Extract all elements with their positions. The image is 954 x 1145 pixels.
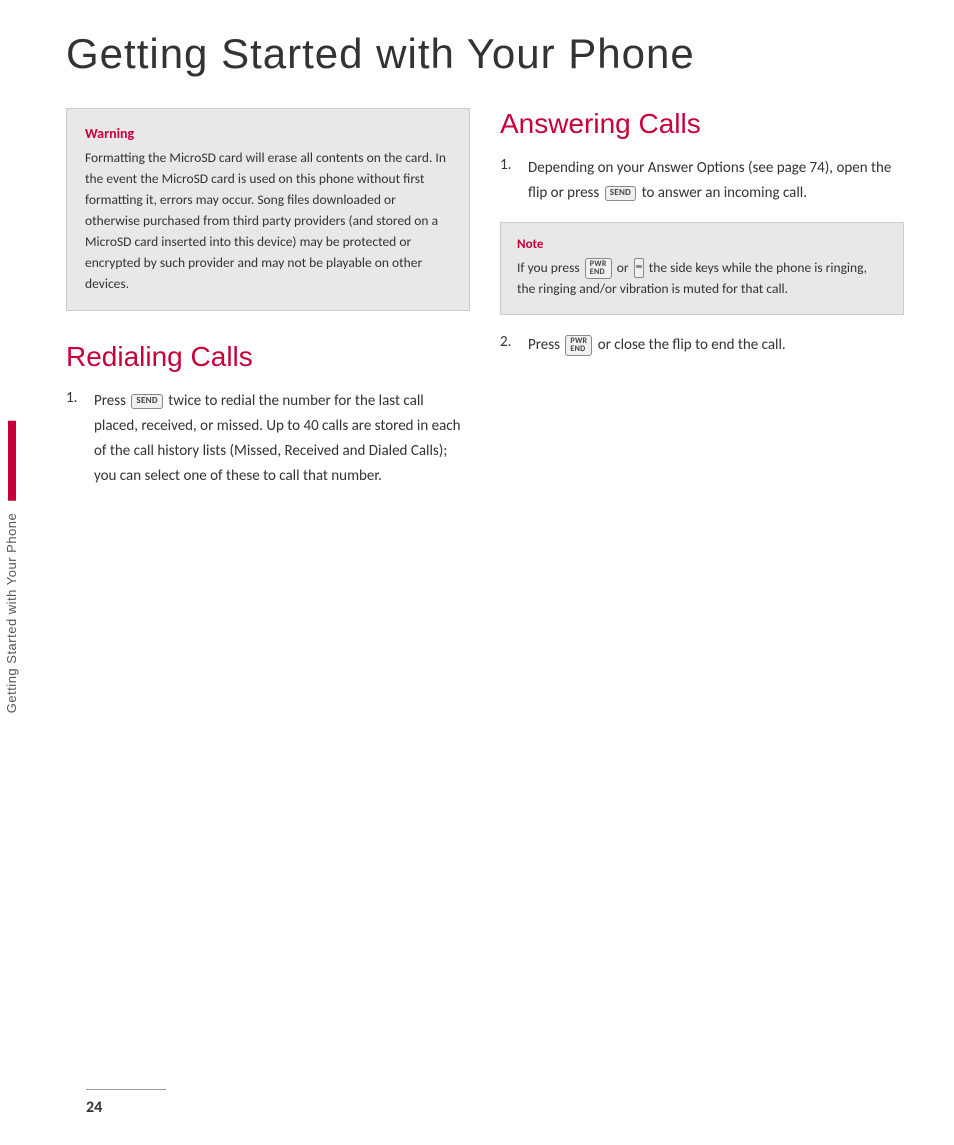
note-text-before: If you press (517, 259, 580, 276)
redialing-item1-number: 1. (66, 389, 88, 488)
sidebar-tab: Getting Started with Your Phone (0, 0, 36, 1145)
answering-item2-number: 2. (500, 333, 522, 358)
redialing-item1-text-before: Press (94, 392, 126, 410)
main-content: Getting Started with Your Phone Warning … (36, 0, 954, 1145)
answering-calls-heading: Answering Calls (500, 108, 904, 140)
redialing-item1-text: Press SEND twice to redial the number fo… (94, 389, 470, 488)
note-or-text: or (617, 259, 629, 276)
answering-calls-item1: 1. Depending on your Answer Options (see… (500, 156, 904, 206)
left-column: Warning Formatting the MicroSD card will… (66, 108, 470, 500)
pwr-end-key-note: PWREND (585, 258, 612, 280)
answering-item2-text: Press PWREND or close the flip to end th… (528, 333, 786, 358)
page-container: Getting Started with Your Phone Getting … (0, 0, 954, 1145)
answering-item1-number: 1. (500, 156, 522, 206)
page-title: Getting Started with Your Phone (66, 30, 904, 78)
note-title: Note (517, 237, 887, 252)
warning-title: Warning (85, 125, 451, 142)
answering-item1-text2: to answer an incoming call. (642, 184, 807, 202)
answering-item2-text-before: Press (528, 336, 560, 354)
page-number: 24 (86, 1098, 102, 1117)
warning-text: Formatting the MicroSD card will erase a… (85, 148, 451, 294)
sidebar-label: Getting Started with Your Phone (0, 500, 23, 725)
sidebar-label-wrapper: Getting Started with Your Phone (0, 420, 23, 725)
note-text: If you press PWREND or the side keys whi… (517, 258, 887, 301)
pwr-end-key-item2: PWREND (565, 335, 592, 357)
side-key-icon (634, 258, 644, 278)
redialing-calls-section: Redialing Calls 1. Press SEND twice to r… (66, 341, 470, 488)
answering-calls-item2: 2. Press PWREND or close the flip to end… (500, 333, 904, 358)
warning-box: Warning Formatting the MicroSD card will… (66, 108, 470, 311)
redialing-calls-item1: 1. Press SEND twice to redial the number… (66, 389, 470, 488)
send-key-redialing: SEND (131, 394, 162, 409)
redialing-calls-heading: Redialing Calls (66, 341, 470, 373)
answering-item2-text-after: or close the flip to end the call. (598, 336, 786, 354)
two-column-layout: Warning Formatting the MicroSD card will… (66, 108, 904, 500)
bottom-divider (86, 1089, 166, 1090)
sidebar-red-bar (8, 420, 16, 500)
answering-item1-text: Depending on your Answer Options (see pa… (528, 156, 904, 206)
note-box: Note If you press PWREND or the side key… (500, 222, 904, 316)
right-column: Answering Calls 1. Depending on your Ans… (500, 108, 904, 500)
answering-calls-section: Answering Calls 1. Depending on your Ans… (500, 108, 904, 358)
send-key-answering: SEND (605, 186, 636, 201)
